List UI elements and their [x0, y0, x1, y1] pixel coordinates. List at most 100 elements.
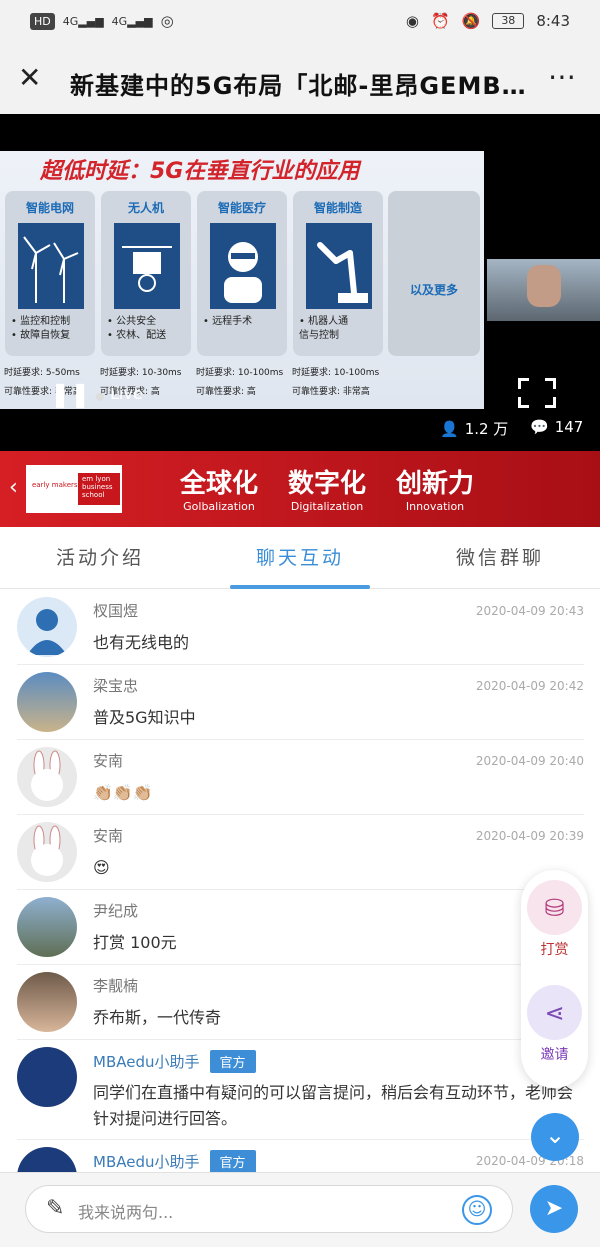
requirement: 可靠性要求: 非常高: [292, 387, 370, 397]
avatar[interactable]: [17, 1047, 77, 1107]
sender-name: 安南: [93, 752, 124, 770]
list-item: 李靓楠 2020-0 乔布斯，一代传奇: [0, 965, 600, 1040]
official-badge: 官方: [209, 1150, 256, 1172]
live-dot: [96, 393, 104, 401]
avatar[interactable]: [17, 747, 77, 807]
list-item: 安南 2020-04-09 20:40 👏🏼👏🏼👏🏼: [0, 740, 600, 815]
avatar[interactable]: [17, 597, 77, 657]
sender-name: 杈国煜: [93, 602, 139, 620]
timestamp: 2020-04-09 20:39: [475, 829, 584, 843]
card-title: 智能电网: [25, 201, 74, 215]
banner-word: 数字化: [288, 469, 367, 499]
signal-icon-2: 4G▂▄▆: [111, 14, 153, 28]
viewer-count-value: 1.2 万: [464, 420, 509, 438]
avatar[interactable]: [17, 822, 77, 882]
more-icon[interactable]: ⋯: [548, 60, 578, 93]
logo-left-text: early makers: [32, 481, 78, 489]
sender-name: MBAedu小助手 官方: [93, 1150, 256, 1172]
comment-icon: 💬: [530, 418, 549, 436]
card-more: 以及更多: [388, 191, 480, 356]
message-text: 也有无线电的: [93, 633, 190, 652]
doctor-icon: [210, 223, 276, 309]
promo-banner[interactable]: ‹ early makers em lyon business school 全…: [0, 451, 600, 527]
banner-word-en: Digitalization: [290, 500, 364, 513]
close-icon[interactable]: ✕: [18, 64, 41, 92]
comment-count[interactable]: 💬 147: [530, 418, 583, 436]
speaker-face: [527, 265, 561, 307]
avatar[interactable]: [17, 672, 77, 732]
comment-input[interactable]: ✎ 我来说两句... ☺: [25, 1185, 513, 1233]
slide-title: 超低时延：5G在垂直行业的应用: [40, 159, 360, 184]
card-smart-medical: 智能医疗 • 远程手术: [197, 191, 287, 356]
eye-icon: ◉: [405, 12, 419, 30]
tab-chat[interactable]: 聊天互动: [200, 543, 400, 570]
tab-wechat-group[interactable]: 微信群聊: [400, 543, 600, 570]
bullet: • 监控和控制: [11, 316, 71, 327]
page-title: 新基建中的5G布局「北邮-里昂GEMB…: [70, 72, 527, 100]
list-item: 梁宝忠 2020-04-09 20:42 普及5G知识中: [0, 665, 600, 740]
list-item: 尹纪成 2020-0 打赏 100元: [0, 890, 600, 965]
video-player[interactable]: 超低时延：5G在垂直行业的应用 智能电网 • 监控和控制 • 故障自恢复 无人机 …: [0, 114, 600, 451]
bullet: • 远程手术: [203, 316, 253, 327]
banner-word-en: Golbalization: [183, 500, 255, 513]
send-button[interactable]: ➤: [530, 1185, 578, 1233]
reward-button[interactable]: ⛁ 打赏: [527, 880, 582, 959]
pause-icon[interactable]: ❚❚: [50, 380, 90, 408]
message-text: 😍: [93, 858, 110, 877]
sender-name: MBAedu小助手 官方: [93, 1050, 256, 1073]
slide: 超低时延：5G在垂直行业的应用 智能电网 • 监控和控制 • 故障自恢复 无人机 …: [0, 151, 484, 409]
message-text: 乔布斯，一代传奇: [93, 1008, 222, 1027]
banner-word-globalization: 全球化 Golbalization: [180, 463, 258, 513]
input-placeholder: 我来说两句...: [78, 1203, 174, 1222]
chevron-left-icon[interactable]: ‹: [9, 475, 18, 500]
invite-button[interactable]: ⋖ 邀请: [527, 985, 582, 1064]
card-more-label: 以及更多: [409, 283, 458, 297]
message-text: 普及5G知识中: [93, 708, 196, 727]
sender-name: 安南: [93, 827, 124, 845]
tab-bar: 活动介绍 聊天互动 微信群聊: [0, 527, 600, 589]
logo-right-text: em lyon business school: [78, 473, 120, 505]
network-type-2: 4G: [111, 14, 128, 28]
battery-icon: 38: [492, 13, 525, 29]
card-title: 无人机: [127, 201, 164, 215]
input-bar: ✎ 我来说两句... ☺ ➤: [0, 1172, 600, 1247]
person-icon: 👤: [440, 419, 459, 438]
emoji-icon[interactable]: ☺: [462, 1195, 492, 1225]
bullet: • 故障自恢复: [11, 330, 71, 341]
share-icon: ⋖: [527, 985, 582, 1040]
chevron-down-icon[interactable]: ⌄: [531, 1113, 579, 1161]
list-item: 杈国煜 2020-04-09 20:43 也有无线电的: [0, 590, 600, 665]
sender-name-text: MBAedu小助手: [93, 1153, 200, 1171]
emlyon-logo: early makers em lyon business school: [26, 465, 122, 513]
speaker-pip[interactable]: [487, 259, 600, 321]
banner-word: 创新力: [396, 469, 475, 499]
bullet: • 农林、配送: [107, 330, 167, 341]
timestamp: 2020-04-09 20:40: [475, 754, 584, 768]
card-title: 智能医疗: [217, 201, 266, 215]
timestamp: 2020-04-09 20:42: [475, 679, 584, 693]
sender-name: 梁宝忠: [93, 677, 139, 695]
avatar[interactable]: [17, 1147, 77, 1172]
banner-word-digitalization: 数字化 Digitalization: [288, 463, 366, 513]
banner-word-innovation: 创新力 Innovation: [396, 463, 474, 513]
reward-label: 打赏: [540, 942, 569, 958]
list-item: MBAedu小助手 官方 2020-04-09 20:18: [0, 1140, 600, 1172]
alarm-icon: ⏰: [430, 12, 450, 30]
list-item: MBAedu小助手官方 2020-04-0 同学们在直播中有疑问的可以留言提问，…: [0, 1040, 600, 1140]
list-item: 安南 2020-04-09 20:39 😍: [0, 815, 600, 890]
chat-list[interactable]: 杈国煜 2020-04-09 20:43 也有无线电的 梁宝忠 2020-04-…: [0, 590, 600, 1172]
network-type: 4G: [62, 14, 79, 28]
floating-actions: ⛁ 打赏 ⋖ 邀请: [521, 870, 588, 1088]
hd-badge: HD: [30, 12, 55, 30]
avatar[interactable]: [17, 897, 77, 957]
mute-icon: 🔕: [461, 12, 481, 30]
fullscreen-icon[interactable]: [518, 378, 556, 408]
message-text: 👏🏼👏🏼👏🏼: [93, 783, 153, 802]
tab-activity-intro[interactable]: 活动介绍: [0, 543, 200, 570]
card-smart-grid: 智能电网 • 监控和控制 • 故障自恢复: [5, 191, 95, 356]
viewer-count: 👤 1.2 万: [440, 418, 508, 439]
requirement: 可靠性要求: 高: [196, 387, 256, 397]
card-title: 智能制造: [313, 201, 362, 215]
avatar[interactable]: [17, 972, 77, 1032]
banner-word: 全球化: [180, 469, 259, 499]
